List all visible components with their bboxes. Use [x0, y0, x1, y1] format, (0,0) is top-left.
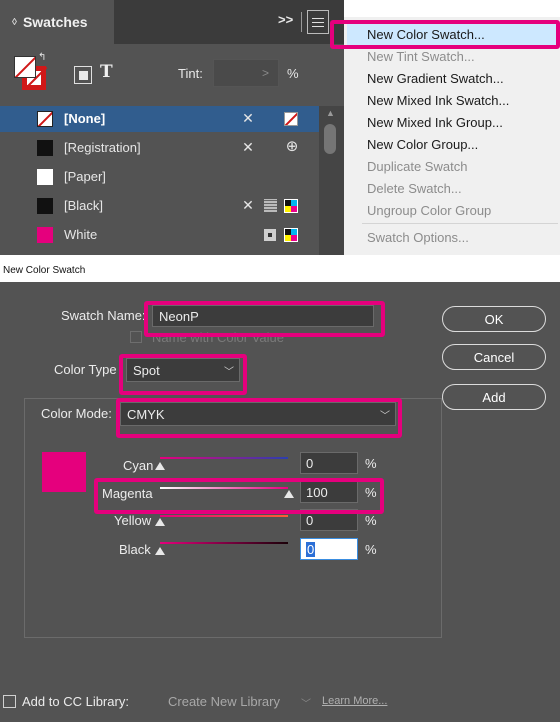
cannot-edit-icon: ✕ — [242, 139, 254, 155]
cmyk-mode-icon — [284, 199, 298, 213]
color-preview-swatch — [42, 452, 86, 492]
black-unit: % — [365, 542, 377, 557]
menu-item-duplicate-swatch[interactable]: Duplicate Swatch — [367, 159, 467, 174]
cmyk-mode-icon — [284, 228, 298, 242]
swatch-list: [None] ✕ [Registration] ✕ ⊕ [Paper] [Bla… — [0, 106, 320, 255]
scrollbar-thumb[interactable] — [324, 124, 336, 154]
spot-color-icon — [264, 229, 276, 241]
add-to-cc-library-checkbox[interactable] — [3, 695, 16, 708]
swatch-row-black[interactable]: [Black] ✕ — [0, 193, 320, 219]
swatch-row-none[interactable]: [None] ✕ — [0, 106, 320, 132]
menu-item-ungroup-color-group[interactable]: Ungroup Color Group — [367, 203, 491, 218]
cyan-input[interactable]: 0 — [300, 452, 358, 474]
black-label: Black — [119, 542, 151, 557]
cyan-slider-track[interactable] — [160, 457, 288, 459]
none-color-mode-icon — [284, 112, 298, 126]
tint-label: Tint: — [178, 66, 203, 81]
menu-item-new-gradient-swatch[interactable]: New Gradient Swatch... — [367, 71, 504, 86]
black-input-selected-text: 0 — [306, 541, 316, 557]
highlight-color-type — [119, 354, 247, 395]
menu-separator — [362, 223, 558, 224]
tint-arrow-icon[interactable]: > — [262, 66, 269, 80]
white-swatch-chip — [37, 227, 53, 243]
cyan-unit: % — [365, 456, 377, 471]
black-slider-thumb[interactable] — [155, 547, 165, 555]
black-input[interactable]: 0 — [300, 538, 358, 560]
swatch-row-registration[interactable]: [Registration] ✕ ⊕ — [0, 135, 320, 161]
registration-swatch-chip — [37, 140, 53, 156]
cc-library-select[interactable]: Create New Library — [162, 689, 316, 713]
swap-arrow-icon[interactable]: ↰ — [38, 52, 46, 63]
menu-item-new-mixed-ink-swatch[interactable]: New Mixed Ink Swatch... — [367, 93, 509, 108]
swatch-row-white[interactable]: White — [0, 222, 320, 248]
swatches-tab[interactable]: ◊ Swatches — [0, 0, 114, 44]
process-color-icon — [264, 199, 277, 212]
add-button[interactable]: Add — [442, 384, 546, 410]
menu-item-new-color-group[interactable]: New Color Group... — [367, 137, 478, 152]
cannot-edit-icon: ✕ — [242, 110, 254, 126]
swatches-flyout-menu: New Color Swatch... New Tint Swatch... N… — [344, 17, 560, 255]
cannot-edit-icon: ✕ — [242, 197, 254, 213]
none-swatch-chip — [37, 111, 53, 127]
formatting-text-icon[interactable]: T — [100, 62, 113, 82]
menu-item-new-mixed-ink-group[interactable]: New Mixed Ink Group... — [367, 115, 503, 130]
panel-expand-icon[interactable]: ◊ — [12, 17, 17, 28]
swatch-name: [Paper] — [64, 169, 106, 184]
cyan-slider-thumb[interactable] — [155, 462, 165, 470]
swatch-name: White — [64, 227, 98, 242]
menu-item-delete-swatch[interactable]: Delete Swatch... — [367, 181, 462, 196]
tint-unit: % — [287, 66, 299, 81]
yellow-slider-track[interactable] — [160, 515, 288, 517]
menu-item-new-tint-swatch[interactable]: New Tint Swatch... — [367, 49, 475, 64]
ok-button[interactable]: OK — [442, 306, 546, 332]
swatches-panel: ◊ Swatches >> ↰ T Tint: > % [None] ✕ [Re… — [0, 0, 344, 255]
swatch-row-paper[interactable]: [Paper] — [0, 164, 320, 190]
fill-stroke-icon[interactable]: ↰ — [14, 52, 50, 94]
swatch-name: [Black] — [64, 198, 104, 213]
chevron-down-icon[interactable]: ﹀ — [301, 695, 311, 710]
swatch-name: [Registration] — [64, 140, 141, 155]
formatting-container-icon[interactable] — [74, 66, 92, 84]
dialog-title: New Color Swatch — [3, 265, 86, 276]
highlight-swatch-name — [144, 301, 385, 337]
menu-top-strip — [344, 0, 560, 17]
color-type-label: Color Type — [54, 362, 117, 377]
color-mode-label: Color Mode: — [41, 406, 112, 421]
paper-swatch-chip — [37, 169, 53, 185]
black-swatch-chip — [37, 198, 53, 214]
header-divider — [301, 12, 302, 32]
black-slider-track[interactable] — [160, 542, 288, 544]
highlight-new-color-swatch — [330, 20, 560, 49]
highlight-color-mode — [116, 398, 402, 438]
name-with-value-checkbox[interactable] — [130, 331, 142, 343]
yellow-slider-thumb[interactable] — [155, 518, 165, 526]
yellow-unit: % — [365, 513, 377, 528]
learn-more-link[interactable]: Learn More... — [322, 695, 387, 707]
tint-input[interactable] — [213, 59, 279, 87]
panel-title: Swatches — [22, 14, 88, 30]
swatch-name-label: Swatch Name: — [61, 308, 146, 323]
scroll-up-icon[interactable]: ▲ — [326, 108, 335, 118]
collapse-panel-button[interactable]: >> — [278, 12, 293, 27]
menu-item-swatch-options[interactable]: Swatch Options... — [367, 230, 469, 245]
swatches-toolbar: ↰ T Tint: > % — [0, 44, 344, 106]
cc-library-label: Add to CC Library: — [22, 694, 129, 709]
cancel-button[interactable]: Cancel — [442, 344, 546, 370]
fill-swatch-icon[interactable] — [14, 56, 36, 78]
panel-menu-icon[interactable] — [307, 10, 329, 34]
new-color-swatch-dialog: Swatch Name: NeonP Name with Color Value… — [0, 282, 560, 722]
registration-mark-icon: ⊕ — [285, 138, 299, 155]
highlight-magenta-row — [94, 478, 384, 514]
yellow-label: Yellow — [114, 513, 152, 528]
cc-library-value: Create New Library — [168, 693, 280, 709]
cyan-label: Cyan — [123, 458, 154, 473]
swatch-name: [None] — [64, 111, 106, 126]
